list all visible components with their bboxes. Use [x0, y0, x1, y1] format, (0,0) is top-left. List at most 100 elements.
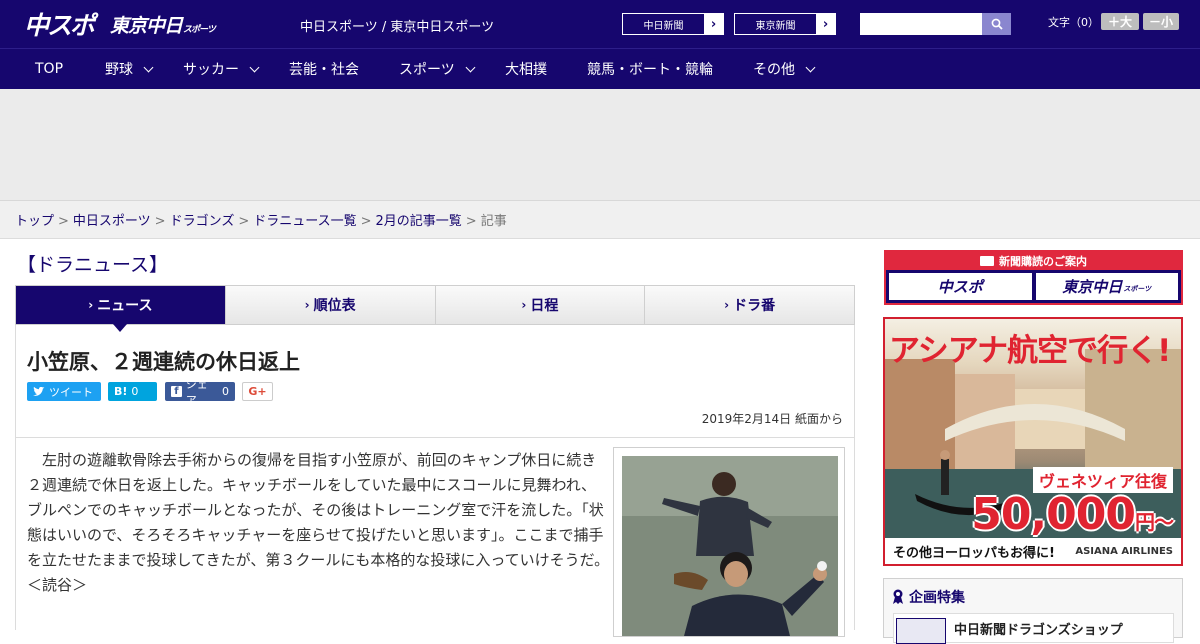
- nav-item-other[interactable]: その他: [753, 49, 816, 89]
- tokyo-chunichi-logo[interactable]: 東京中日 スポーツ: [110, 6, 216, 42]
- chevron-down-icon: [805, 62, 816, 72]
- subscribe-chuspo-button[interactable]: 中スポ: [889, 273, 1032, 300]
- breadcrumb-dragons[interactable]: ドラゴンズ: [170, 214, 235, 229]
- hatena-count: 0: [131, 385, 139, 398]
- breadcrumb-separator: >: [58, 214, 69, 229]
- search-box: [860, 13, 1011, 35]
- chevron-right-icon: ›: [724, 298, 730, 312]
- feature-header: 企画特集: [892, 587, 965, 607]
- nav-label: スポーツ: [399, 62, 455, 78]
- nav-item-sports[interactable]: スポーツ: [399, 49, 476, 89]
- tab-schedule[interactable]: › 日程: [434, 286, 645, 324]
- tokyo-shimbun-button[interactable]: 東京新聞 ›: [734, 13, 836, 35]
- subscribe-chuspo-label: 中スポ: [937, 278, 983, 296]
- chevron-down-icon: [143, 62, 154, 72]
- nav-item-soccer[interactable]: サッカー: [183, 49, 260, 89]
- search-input[interactable]: [860, 13, 982, 35]
- tab-dora-ban[interactable]: › ドラ番: [644, 286, 854, 324]
- article-body: 左肘の遊離軟骨除去手術からの復帰を目指す小笠原が、前回のキャンプ休日に続き２週連…: [15, 438, 855, 637]
- newspaper-icon: [980, 256, 994, 266]
- subscribe-tokyo-chunichi-button[interactable]: 東京中日 スポーツ: [1035, 273, 1178, 300]
- breadcrumb-separator: >: [238, 214, 250, 229]
- breadcrumb-february-list[interactable]: 2月の記事一覧: [376, 214, 462, 229]
- breadcrumb-current: 記事: [480, 214, 507, 229]
- font-bigger-button[interactable]: ＋大: [1101, 13, 1139, 30]
- facebook-count: 0: [222, 385, 229, 398]
- google-plus-button[interactable]: G+: [242, 382, 273, 401]
- nav-item-top[interactable]: TOP: [35, 49, 63, 89]
- site-links-text[interactable]: 中日スポーツ / 東京中日スポーツ: [300, 20, 494, 35]
- tab-news[interactable]: › ニュース: [16, 286, 225, 332]
- tab-label: 日程: [530, 298, 559, 314]
- search-icon: [991, 18, 1003, 30]
- breadcrumb-dora-news-list[interactable]: ドラニュース一覧: [253, 214, 356, 229]
- pitcher-illustration: [622, 456, 838, 636]
- tab-label: ニュース: [97, 298, 153, 314]
- chevron-right-icon: ›: [88, 298, 94, 312]
- article-photo[interactable]: [613, 447, 845, 637]
- chevron-right-icon: ›: [816, 14, 835, 34]
- news-tabs: › ニュース › 順位表 › 日程 › ドラ番: [15, 285, 855, 332]
- site-links[interactable]: 中日スポーツ / 東京中日スポーツ: [300, 16, 494, 35]
- chunichi-shimbun-button[interactable]: 中日新聞 ›: [622, 13, 724, 35]
- facebook-label: シェア: [185, 377, 208, 407]
- breadcrumb-chunichi-sports[interactable]: 中日スポーツ: [73, 214, 151, 229]
- nav-item-baseball[interactable]: 野球: [105, 49, 154, 89]
- section-title: 【ドラニュース】: [17, 254, 169, 276]
- tokyo-logo-text: 東京中日: [110, 14, 183, 37]
- subscription-box: 新聞購読のご案内 中スポ 東京中日 スポーツ: [884, 250, 1183, 305]
- ad-title: アシアナ航空で行く!: [889, 333, 1171, 369]
- tab-standings[interactable]: › 順位表: [224, 286, 435, 324]
- ad-footer-text: その他ヨーロッパもお得に!: [893, 545, 1055, 561]
- subscribe-tokyo-small: スポーツ: [1123, 285, 1152, 293]
- tweet-label: ツイート: [49, 385, 93, 399]
- breadcrumb-separator: >: [360, 214, 372, 229]
- ad-price: 50,000円～: [971, 489, 1174, 540]
- font-smaller-button[interactable]: －小: [1143, 13, 1179, 30]
- nav-label: 野球: [105, 62, 133, 78]
- facebook-icon: f: [171, 386, 182, 397]
- nav-label: TOP: [35, 61, 64, 77]
- nav-item-entertainment[interactable]: 芸能・社会: [289, 49, 359, 89]
- ribbon-icon: [893, 589, 903, 604]
- article-header: 小笠原、２週連続の休日返上 ツイート B! 0 f シェア 0 G+ 2019年…: [15, 325, 855, 438]
- asiana-logo: ASIANA AIRLINES: [1075, 545, 1173, 557]
- feature-thumbnail: [896, 618, 946, 644]
- nav-item-racing[interactable]: 競馬・ボート・競輪: [587, 49, 713, 89]
- pitcher-photo: [622, 456, 838, 636]
- ad-price-value: 50,000: [971, 489, 1136, 540]
- main-nav: TOP 野球 サッカー 芸能・社会 スポーツ 大相撲 競馬・ボート・競輪 その他: [0, 48, 1200, 89]
- nav-item-sumo[interactable]: 大相撲: [505, 49, 547, 89]
- subscription-label: 新聞購読のご案内: [999, 255, 1087, 268]
- feature-item-label: 中日新聞ドラゴンズショップ: [954, 622, 1123, 638]
- google-plus-icon: G+: [248, 385, 267, 398]
- nav-label: 競馬・ボート・競輪: [587, 62, 713, 78]
- feature-title: 企画特集: [909, 590, 965, 606]
- nav-label: その他: [753, 62, 795, 78]
- tweet-button[interactable]: ツイート: [27, 382, 101, 401]
- feature-item-dragons-shop[interactable]: 中日新聞ドラゴンズショップ: [893, 613, 1174, 644]
- twitter-icon: [33, 386, 45, 396]
- subscription-buttons: 中スポ 東京中日 スポーツ: [886, 270, 1181, 303]
- tokyo-shimbun-label: 東京新聞: [755, 20, 796, 32]
- search-button[interactable]: [982, 13, 1011, 35]
- hatena-icon: B!: [114, 385, 128, 398]
- ad-banner-area: [0, 89, 1200, 201]
- chuspo-logo[interactable]: 中スポ: [24, 6, 95, 42]
- facebook-share-button[interactable]: f シェア 0: [165, 378, 235, 407]
- font-size-label: 文字（0）: [1048, 16, 1099, 29]
- breadcrumb-separator: >: [465, 214, 477, 229]
- nav-label: 芸能・社会: [289, 62, 359, 78]
- hatena-bookmark-button[interactable]: B! 0: [108, 382, 157, 401]
- asiana-airlines-ad[interactable]: アシアナ航空で行く! ヴェネツィア往復 50,000円～ その他ヨーロッパもお得…: [883, 317, 1183, 566]
- breadcrumb-separator: >: [154, 214, 166, 229]
- article-date: 2019年2月14日 紙面から: [701, 412, 843, 426]
- top-header: 中スポ 東京中日 スポーツ 中日スポーツ / 東京中日スポーツ 中日新聞 › 東京…: [0, 0, 1200, 48]
- ad-price-unit: 円～: [1135, 510, 1174, 534]
- article-headline: 小笠原、２週連続の休日返上: [27, 350, 300, 374]
- nav-label: 大相撲: [505, 62, 547, 78]
- ad-footer: その他ヨーロッパもお得に! ASIANA AIRLINES: [885, 538, 1181, 564]
- breadcrumb-top[interactable]: トップ: [15, 214, 54, 229]
- subscribe-tokyo-label: 東京中日: [1062, 278, 1123, 296]
- tab-label: 順位表: [313, 298, 356, 314]
